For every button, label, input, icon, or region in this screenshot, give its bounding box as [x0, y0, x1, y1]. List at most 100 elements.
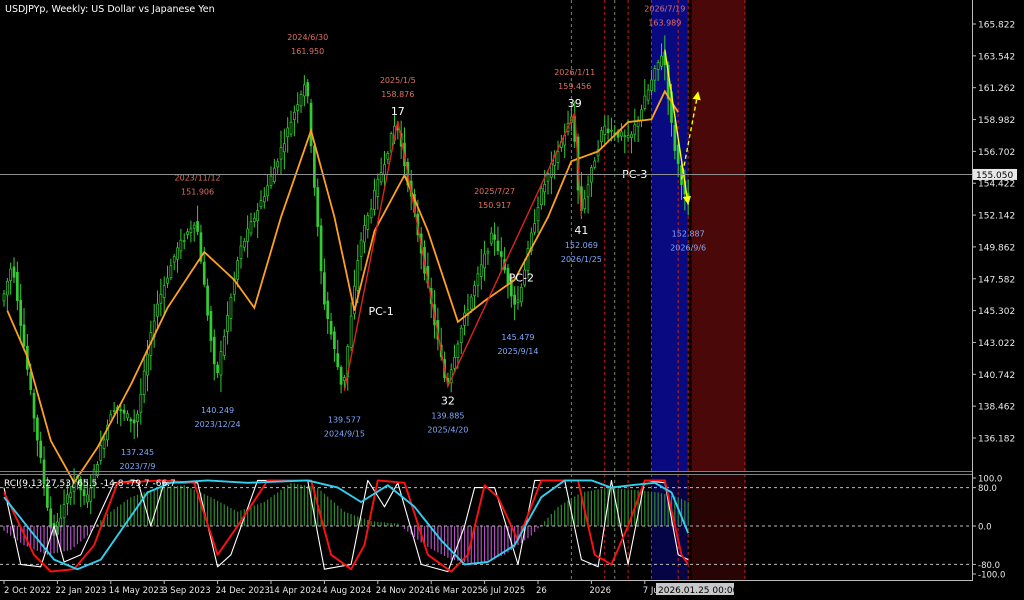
- annotation-price: 158.876: [381, 90, 414, 99]
- rci-title: RCI(9,13,27,53) 65.5 -14.8 -79.7 -66.7: [4, 479, 176, 489]
- candle-body: [366, 215, 370, 230]
- candle-body: [533, 223, 537, 233]
- candle-body: [96, 464, 99, 476]
- candle-body: [112, 409, 116, 412]
- annotation-date: 2025/4/20: [427, 425, 468, 434]
- x-tick-label: 6 Jul 2025: [483, 586, 526, 596]
- candle-body: [479, 264, 483, 277]
- candle-body: [169, 265, 173, 279]
- candle-body: [216, 364, 219, 374]
- candle-body: [119, 409, 123, 412]
- annotation-date: 2025/7/27: [474, 187, 515, 196]
- pattern-label: PC-2: [509, 271, 534, 284]
- candle-body: [536, 206, 540, 222]
- wave-point-label: 32: [441, 394, 455, 407]
- candle-body: [630, 133, 633, 138]
- candle-body: [246, 228, 249, 242]
- y-tick-label: 163.542: [978, 52, 1015, 62]
- candle-body: [323, 272, 326, 305]
- candle-body: [299, 94, 303, 107]
- x-tick-label: 3 Sep 2023: [162, 586, 210, 596]
- candle-body: [623, 135, 627, 138]
- candle-body: [359, 239, 363, 257]
- candle-body: [673, 125, 677, 151]
- candle-body: [303, 84, 306, 97]
- candle-body: [339, 366, 343, 385]
- candle-body: [212, 336, 216, 365]
- candle-body: [593, 160, 597, 168]
- candle-body: [62, 504, 66, 519]
- candle-body: [336, 353, 340, 368]
- candle-body: [383, 164, 386, 176]
- candle-body: [2, 293, 6, 302]
- candle-body: [603, 125, 607, 135]
- candle-body: [486, 250, 490, 254]
- candle-body: [289, 121, 293, 135]
- candle-body: [279, 147, 283, 160]
- annotation-price: 150.917: [478, 201, 511, 210]
- candle-body: [620, 131, 623, 137]
- candle-body: [640, 109, 643, 121]
- candle-body: [293, 111, 296, 120]
- y-tick-label: 145.302: [978, 307, 1015, 317]
- candle-body: [539, 188, 543, 206]
- candle-body: [182, 240, 186, 243]
- annotation-date: 2026/9/6: [670, 244, 706, 253]
- annotation-date: 2024/6/30: [287, 33, 328, 42]
- y-tick-label: 138.462: [978, 403, 1015, 413]
- candle-body: [66, 494, 69, 504]
- candle-body: [266, 185, 270, 197]
- candle-body: [660, 55, 663, 67]
- candle-body: [456, 343, 460, 358]
- candle-body: [396, 128, 400, 131]
- candle-body: [166, 277, 169, 284]
- current-price-value: 155.050: [976, 171, 1013, 181]
- x-tick-label: 16 Mar 2025: [429, 586, 483, 596]
- annotation-price: 161.950: [291, 47, 324, 56]
- candle-body: [473, 285, 476, 297]
- candle-body: [313, 145, 316, 188]
- y-tick-label: 156.702: [978, 148, 1015, 158]
- candle-body: [676, 144, 680, 164]
- x-tick-label: 2 Oct 2022: [4, 586, 51, 596]
- candle-body: [142, 370, 146, 396]
- y-tick-label: 161.262: [978, 84, 1015, 94]
- candle-body: [136, 413, 139, 423]
- candle-body: [349, 315, 353, 348]
- x-tick-label: 26: [536, 586, 547, 596]
- y-tick-label: 140.742: [978, 371, 1015, 381]
- y-tick-label: 147.582: [978, 275, 1015, 285]
- candle-body: [633, 124, 637, 135]
- wave-point-label: 39: [568, 97, 582, 110]
- candle-body: [16, 271, 19, 301]
- candle-body: [19, 300, 23, 326]
- annotation-date: 2026/1/25: [561, 255, 602, 264]
- candle-body: [159, 294, 163, 304]
- annotation-date: 2023/12/24: [195, 420, 241, 429]
- candle-body: [269, 175, 273, 186]
- annotation-date: 2026/1/11: [554, 68, 595, 77]
- candle-body: [459, 327, 463, 343]
- y-tick-label: 149.862: [978, 243, 1015, 253]
- candle-body: [493, 234, 496, 240]
- candle-body: [483, 253, 486, 269]
- y-tick-label: 152.142: [978, 212, 1015, 222]
- y-tick-label: 165.822: [978, 21, 1015, 31]
- candle-body: [9, 268, 13, 281]
- candle-body: [306, 82, 310, 97]
- candle-body: [122, 409, 126, 414]
- price-chart[interactable]: 2024/6/30161.9502023/11/12151.9062025/1/…: [0, 0, 1024, 600]
- candle-body: [176, 247, 179, 260]
- candle-body: [36, 417, 39, 441]
- candle: [309, 98, 313, 153]
- candle-body: [516, 299, 520, 303]
- annotation-price: 152.887: [672, 230, 705, 239]
- x-tick-label: 2026: [589, 586, 611, 596]
- rci-tick-label: -80.0: [978, 561, 1000, 571]
- candle-body: [333, 331, 336, 350]
- candle-body: [606, 128, 610, 134]
- candle-body: [179, 239, 183, 252]
- wave-point-label: 17: [391, 105, 405, 118]
- candle-body: [249, 221, 253, 234]
- candle-body: [650, 79, 653, 91]
